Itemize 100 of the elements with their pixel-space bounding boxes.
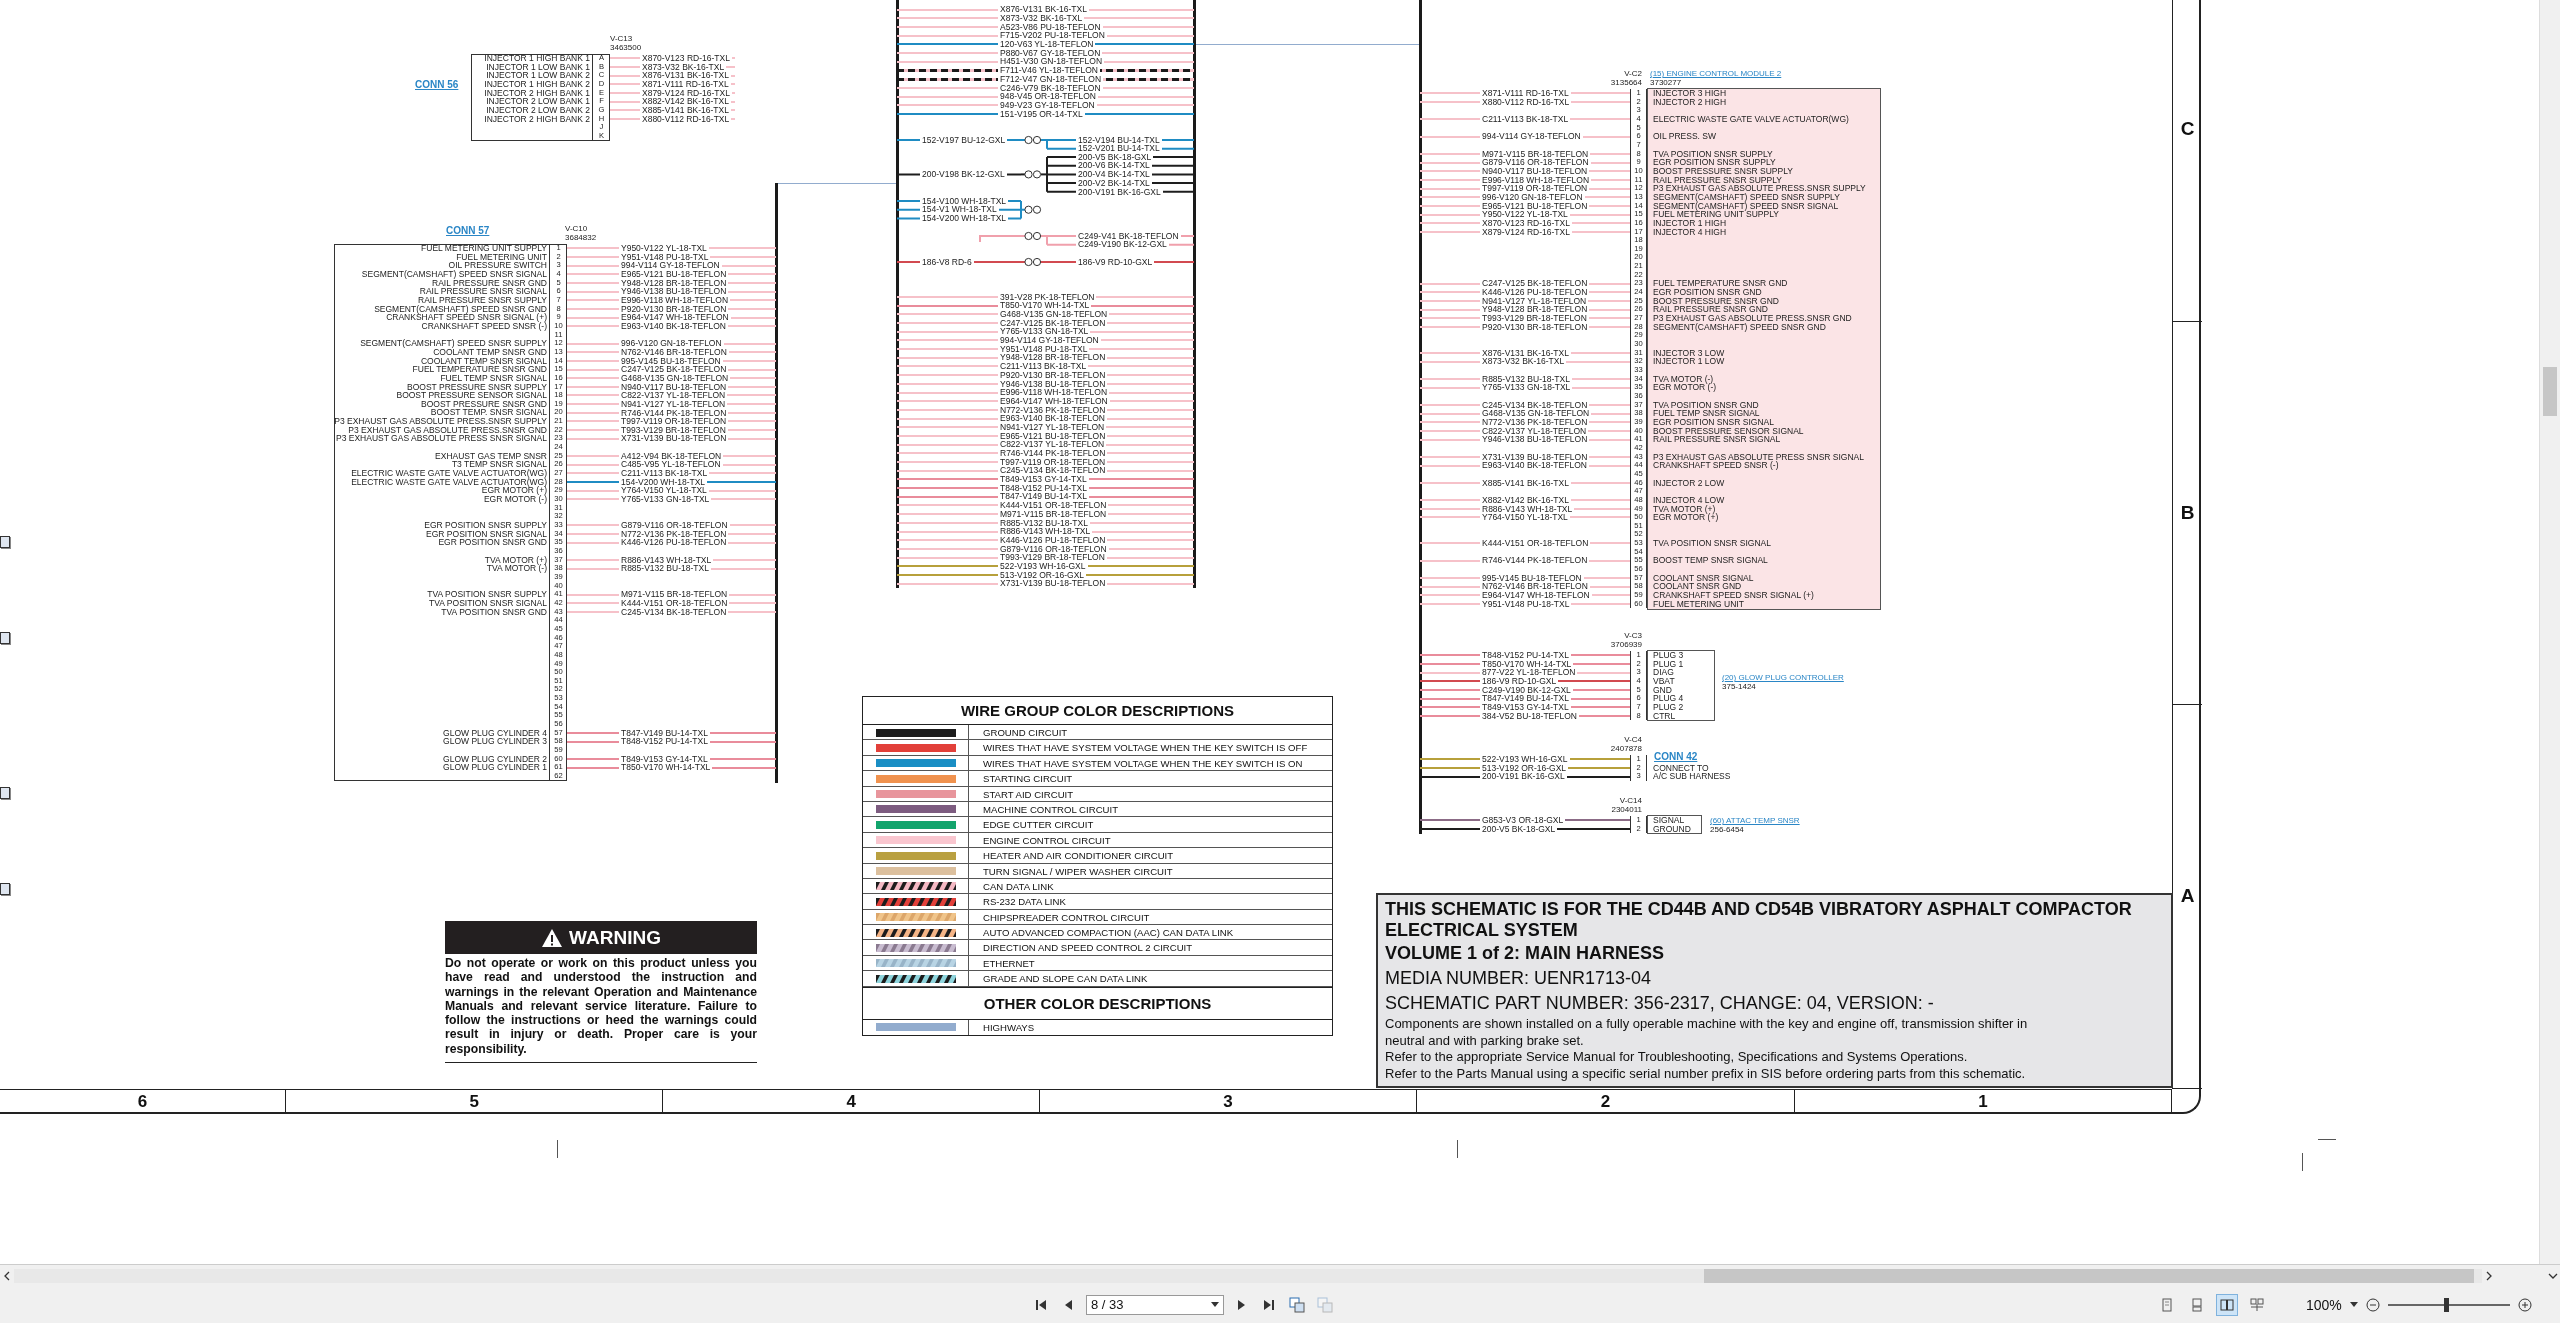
- wire-label: T850-V170 WH-14-TXL: [998, 301, 1092, 310]
- pin-label: COOLANT SNSR GND: [1652, 582, 1742, 592]
- grid-column-label: 4: [846, 1092, 856, 1112]
- legend-label: ETHERNET: [982, 956, 1036, 971]
- module-link[interactable]: (60) ATTAC TEMP SNSR: [1710, 816, 1800, 825]
- wire-label: C249-V190 BK-12-GXL: [1480, 685, 1573, 695]
- part-number: 2304011: [1611, 805, 1642, 814]
- wire-label: C245-V134 BK-18-TEFLON: [1480, 400, 1590, 410]
- pin-label: GROUND: [1652, 824, 1691, 834]
- wire-label: 995-V145 BU-18-TEFLON: [619, 356, 723, 366]
- wire-label: N941-V127 YL-18-TEFLON: [619, 399, 728, 409]
- wire-label: 154-V1 WH-18-TXL: [920, 205, 999, 214]
- wire-label: C211-V113 BK-18-TXL: [619, 469, 710, 478]
- pin-label: CONNECT TO: [1652, 763, 1709, 773]
- wire-label: N941-V127 YL-18-TEFLON: [1480, 296, 1589, 306]
- wire-label: G879-V116 OR-18-TEFLON: [1480, 158, 1591, 167]
- pin-label: OIL PRESSURE SWITCH: [448, 260, 547, 271]
- pin-label: GLOW PLUG CYLINDER 2: [443, 753, 547, 764]
- legend-label: RS-232 DATA LINK: [982, 895, 1067, 910]
- wire-label: 996-V120 GN-18-TEFLON: [619, 339, 724, 348]
- wire-label: Y948-V128 BR-18-TEFLON: [998, 353, 1108, 363]
- connector-link[interactable]: CONN 57: [446, 225, 490, 237]
- pin-label: ELECTRIC WASTE GATE VALVE ACTUATOR(WG): [351, 476, 547, 487]
- wire-label: Y951-V148 PU-18-TXL: [998, 344, 1090, 354]
- wire-label: T993-V129 BR-18-TEFLON: [998, 553, 1107, 562]
- part-number: 256-6454: [1710, 825, 1745, 834]
- wire-label: C822-V137 YL-18-TEFLON: [998, 440, 1107, 449]
- pin-label: RAIL PRESSURE SNSR SIGNAL: [419, 286, 547, 297]
- wire-label: G879-V116 OR-18-TEFLON: [998, 544, 1109, 554]
- wire-label: 949-V23 GY-18-TEFLON: [998, 100, 1097, 110]
- zoom-value[interactable]: 100%: [2306, 1296, 2342, 1313]
- wire-label: Y950-V122 YL-18-TXL: [619, 244, 709, 253]
- pin-label: A/C SUB HARNESS: [1652, 772, 1731, 781]
- part-number: 3684832: [565, 233, 597, 242]
- wire-label: X879-V124 RD-16-TXL: [640, 88, 732, 98]
- wire-label: 120-V63 YL-18-TEFLON: [998, 40, 1096, 49]
- pin-label: GND: [1652, 685, 1672, 695]
- wire-label: E965-V121 BU-18-TEFLON: [998, 431, 1108, 441]
- pin-label: EXHAUST GAS TEMP SNSR: [435, 450, 547, 461]
- pin-label: TVA MOTOR (-): [486, 563, 547, 574]
- wire-label: 522-V193 WH-16-GXL: [998, 561, 1088, 571]
- pin-label: SEGMENT(CAMSHAFT) SPEED SNSR SUPPLY: [360, 338, 547, 349]
- wire-label: K444-V151 OR-18-TEFLON: [998, 501, 1109, 510]
- wire-label: N772-V136 PK-18-TEFLON: [619, 529, 729, 539]
- wire-label: Y765-V133 GN-18-TXL: [998, 327, 1091, 336]
- pin-label: T3 TEMP SNSR SIGNAL: [451, 459, 547, 470]
- pin-label: TVA MOTOR (+): [484, 554, 547, 565]
- pin-label: INJECTOR 3 HIGH: [1652, 89, 1727, 98]
- wire-label: X870-V123 RD-16-TXL: [640, 54, 732, 63]
- legend-label: DIRECTION AND SPEED CONTROL 2 CIRCUIT: [982, 941, 1194, 956]
- pin-label: RAIL PRESSURE SNSR SIGNAL: [1652, 435, 1781, 444]
- pin-label: BOOST PRESSURE SNSR GND: [421, 398, 547, 409]
- wire-label: T997-V119 OR-18-TEFLON: [1480, 184, 1590, 193]
- wire-label: Y950-V122 YL-18-TXL: [1480, 210, 1570, 219]
- wire-label: 200-V4 BK-14-TXL: [1076, 170, 1152, 179]
- wire-label: 384-V52 BU-18-TEFLON: [1480, 711, 1579, 721]
- legend-label: CHIPSPREADER CONTROL CIRCUIT: [982, 910, 1151, 925]
- wire-label: T848-V152 PU-14-TXL: [1480, 651, 1571, 660]
- pin-label: TVA POSITION SNSR SIGNAL: [1652, 539, 1771, 548]
- legend-label: CAN DATA LINK: [982, 879, 1055, 894]
- pin-label: EGR POSITION SNSR SIGNAL: [1652, 417, 1774, 427]
- wire-label: C211-V113 BK-18-TXL: [1480, 115, 1571, 124]
- wire-label: X880-V112 RD-16-TXL: [640, 114, 732, 124]
- wire-label: P880-V67 GY-18-TEFLON: [998, 48, 1103, 58]
- wire-label: M971-V115 BR-18-TEFLON: [619, 590, 730, 599]
- wire-label: T849-V153 GY-14-TXL: [1480, 702, 1571, 712]
- module-link[interactable]: (15) ENGINE CONTROL MODULE 2: [1650, 69, 1782, 78]
- wire-label: X885-V141 BK-16-TXL: [640, 105, 731, 115]
- wire-label: X873-V32 BK-16-TXL: [1480, 357, 1567, 366]
- pin-label: P3 EXHAUST GAS ABSOLUTE PRESS SNSR SIGNAL: [336, 433, 547, 444]
- pin-label: RAIL PRESSURE SNSR SUPPLY: [1652, 175, 1782, 185]
- page-field[interactable]: 8 / 33: [1086, 1294, 1224, 1315]
- legend-label: GRADE AND SLOPE CAN DATA LINK: [982, 972, 1149, 987]
- pin-label: PLUG 1: [1652, 659, 1684, 669]
- module-link[interactable]: (20) GLOW PLUG CONTROLLER: [1722, 673, 1844, 682]
- wire-label: Y946-V138 BU-18-TEFLON: [1480, 435, 1590, 444]
- wire-label: Y946-V138 BU-18-TEFLON: [619, 287, 729, 296]
- pin-label: EGR POSITION SNSR SIGNAL: [426, 528, 547, 539]
- pin-label: CRANKSHAFT SPEED SNSR SIGNAL (+): [1652, 591, 1814, 600]
- wire-label: 200-V5 BK-18-GXL: [1076, 152, 1154, 162]
- wire-label: R746-V144 PK-18-TEFLON: [1480, 556, 1590, 566]
- wire-label: Y765-V133 GN-18-TXL: [1480, 383, 1573, 392]
- pin-label: FUEL METERING UNIT SUPPLY: [421, 243, 547, 253]
- wire-label: X880-V112 RD-16-TXL: [1480, 97, 1572, 107]
- pin-label: SEGMENT(CAMSHAFT) SPEED SNSR GND: [1652, 322, 1826, 332]
- connector-id: V-C10: [565, 224, 589, 233]
- wire-label: K446-V126 PU-18-TEFLON: [1480, 288, 1590, 297]
- wire-label: R885-V132 BU-18-TXL: [1480, 374, 1572, 384]
- pin-label: BOOST TEMP SNSR SIGNAL: [1652, 556, 1768, 566]
- wire-label: N772-V136 PK-18-TEFLON: [998, 405, 1108, 415]
- wire-label: 200-V198 BK-12-GXL: [920, 170, 1007, 179]
- wire-label: N762-V146 BR-18-TEFLON: [619, 347, 729, 357]
- grid-row-label: B: [2180, 501, 2195, 524]
- pin-label: FUEL METERING UNIT: [1652, 599, 1744, 609]
- pin-label: BOOST PRESSURE SNSR SUPPLY: [1652, 166, 1793, 176]
- pin-label: FUEL METERING UNIT: [456, 251, 547, 262]
- pin-label: P3 EXHAUST GAS ABSOLUTE PRESS SNSR SIGNAL: [1652, 452, 1864, 462]
- connector-link[interactable]: CONN 56: [415, 79, 459, 91]
- connector-link[interactable]: CONN 42: [1654, 751, 1698, 763]
- pin-label: INJECTOR 1 HIGH BANK 2: [484, 78, 590, 89]
